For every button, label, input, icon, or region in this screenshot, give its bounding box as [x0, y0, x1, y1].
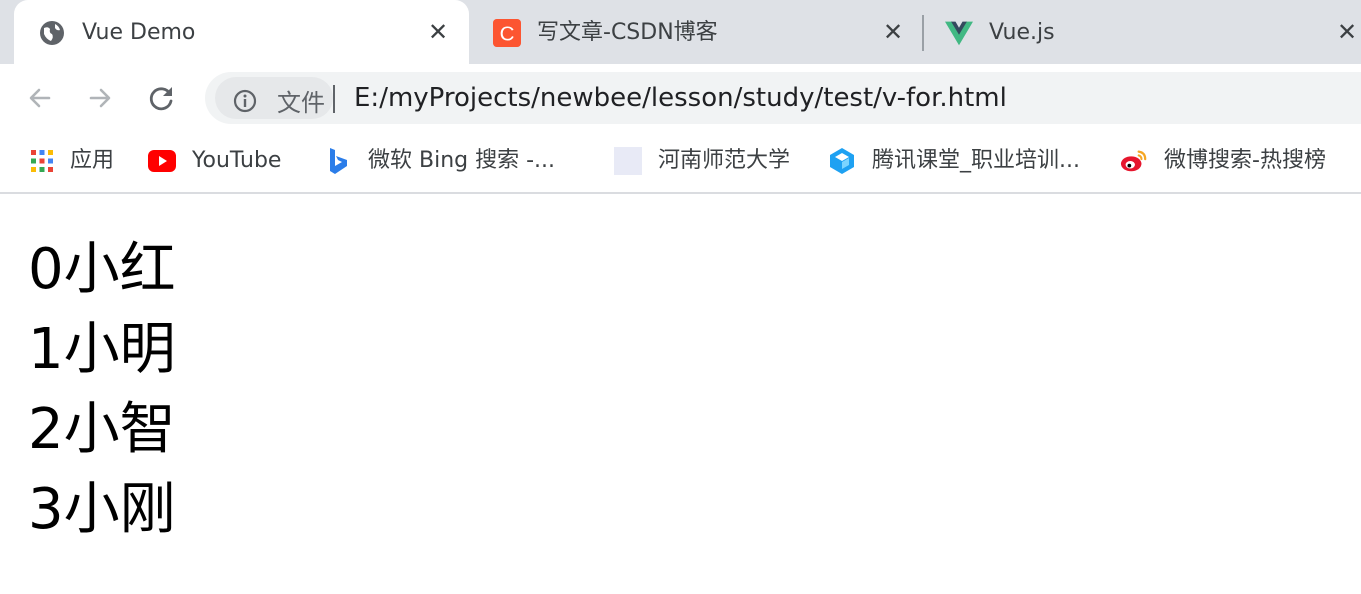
bookmark-label: YouTube — [192, 148, 282, 173]
url-text[interactable]: E:/myProjects/newbee/lesson/study/test/v… — [354, 82, 1007, 114]
bookmark-apps[interactable]: 应用 — [28, 146, 114, 176]
page-content: 0小红 1小明 2小智 3小刚 — [28, 230, 176, 550]
list-item: 2小智 — [28, 397, 176, 462]
tab-vue-demo[interactable]: Vue Demo ✕ — [14, 0, 469, 64]
bookmark-label: 应用 — [70, 148, 115, 173]
csdn-icon: C — [493, 19, 521, 47]
bookmark-label: 腾讯课堂_职业培训... — [872, 148, 1080, 173]
site-info-chip[interactable]: 文件 — [215, 77, 333, 119]
bookmark-label: 微软 Bing 搜索 -... — [368, 148, 556, 173]
tab-strip: Vue Demo ✕ C 写文章-CSDN博客 ✕ Vue.js ✕ — [0, 0, 1361, 64]
list-item: 1小明 — [28, 317, 176, 382]
tab-title: Vue.js — [989, 20, 1055, 45]
youtube-icon — [148, 147, 176, 175]
close-tab-icon[interactable]: ✕ — [1331, 16, 1361, 48]
bookmark-youtube[interactable]: YouTube — [148, 146, 281, 176]
info-icon — [233, 89, 257, 113]
bookmark-bing[interactable]: 微软 Bing 搜索 -... — [324, 146, 555, 176]
reload-icon[interactable] — [142, 78, 182, 118]
bookmark-henan-normal-university[interactable]: 河南师范大学 — [614, 146, 790, 176]
bookmark-tencent-classroom[interactable]: 腾讯课堂_职业培训... — [828, 146, 1080, 176]
bookmark-weibo[interactable]: 微博搜索-热搜榜 — [1120, 146, 1326, 176]
close-tab-icon[interactable]: ✕ — [422, 16, 454, 48]
tab-vuejs[interactable]: Vue.js ✕ — [921, 0, 1361, 64]
bookmark-label: 微博搜索-热搜榜 — [1164, 148, 1326, 173]
address-separator — [333, 85, 335, 113]
vue-logo-icon — [945, 19, 973, 47]
address-bar[interactable]: 文件 E:/myProjects/newbee/lesson/study/tes… — [205, 72, 1361, 124]
security-label: 文件 — [277, 89, 325, 117]
apps-grid-icon — [28, 147, 56, 175]
weibo-icon — [1120, 147, 1148, 175]
list-item: 0小红 — [28, 237, 176, 302]
csdn-icon-letter: C — [500, 22, 515, 45]
bookmark-label: 河南师范大学 — [658, 148, 791, 173]
tab-title: 写文章-CSDN博客 — [537, 20, 718, 45]
tab-csdn[interactable]: C 写文章-CSDN博客 ✕ — [469, 0, 921, 64]
close-tab-icon[interactable]: ✕ — [877, 16, 909, 48]
globe-icon — [38, 19, 66, 47]
back-arrow-icon[interactable] — [20, 78, 60, 118]
list-item: 3小刚 — [28, 477, 176, 542]
bookmarks-bar: 应用 YouTube 微软 Bing 搜索 -... 河南师范大学 腾讯课堂_职… — [0, 132, 1361, 194]
tencent-classroom-icon — [828, 147, 856, 175]
blank-page-icon — [614, 147, 642, 175]
browser-toolbar: 文件 E:/myProjects/newbee/lesson/study/tes… — [0, 64, 1361, 132]
bing-icon — [324, 147, 352, 175]
tab-title: Vue Demo — [82, 20, 196, 45]
forward-arrow-icon[interactable] — [80, 78, 120, 118]
